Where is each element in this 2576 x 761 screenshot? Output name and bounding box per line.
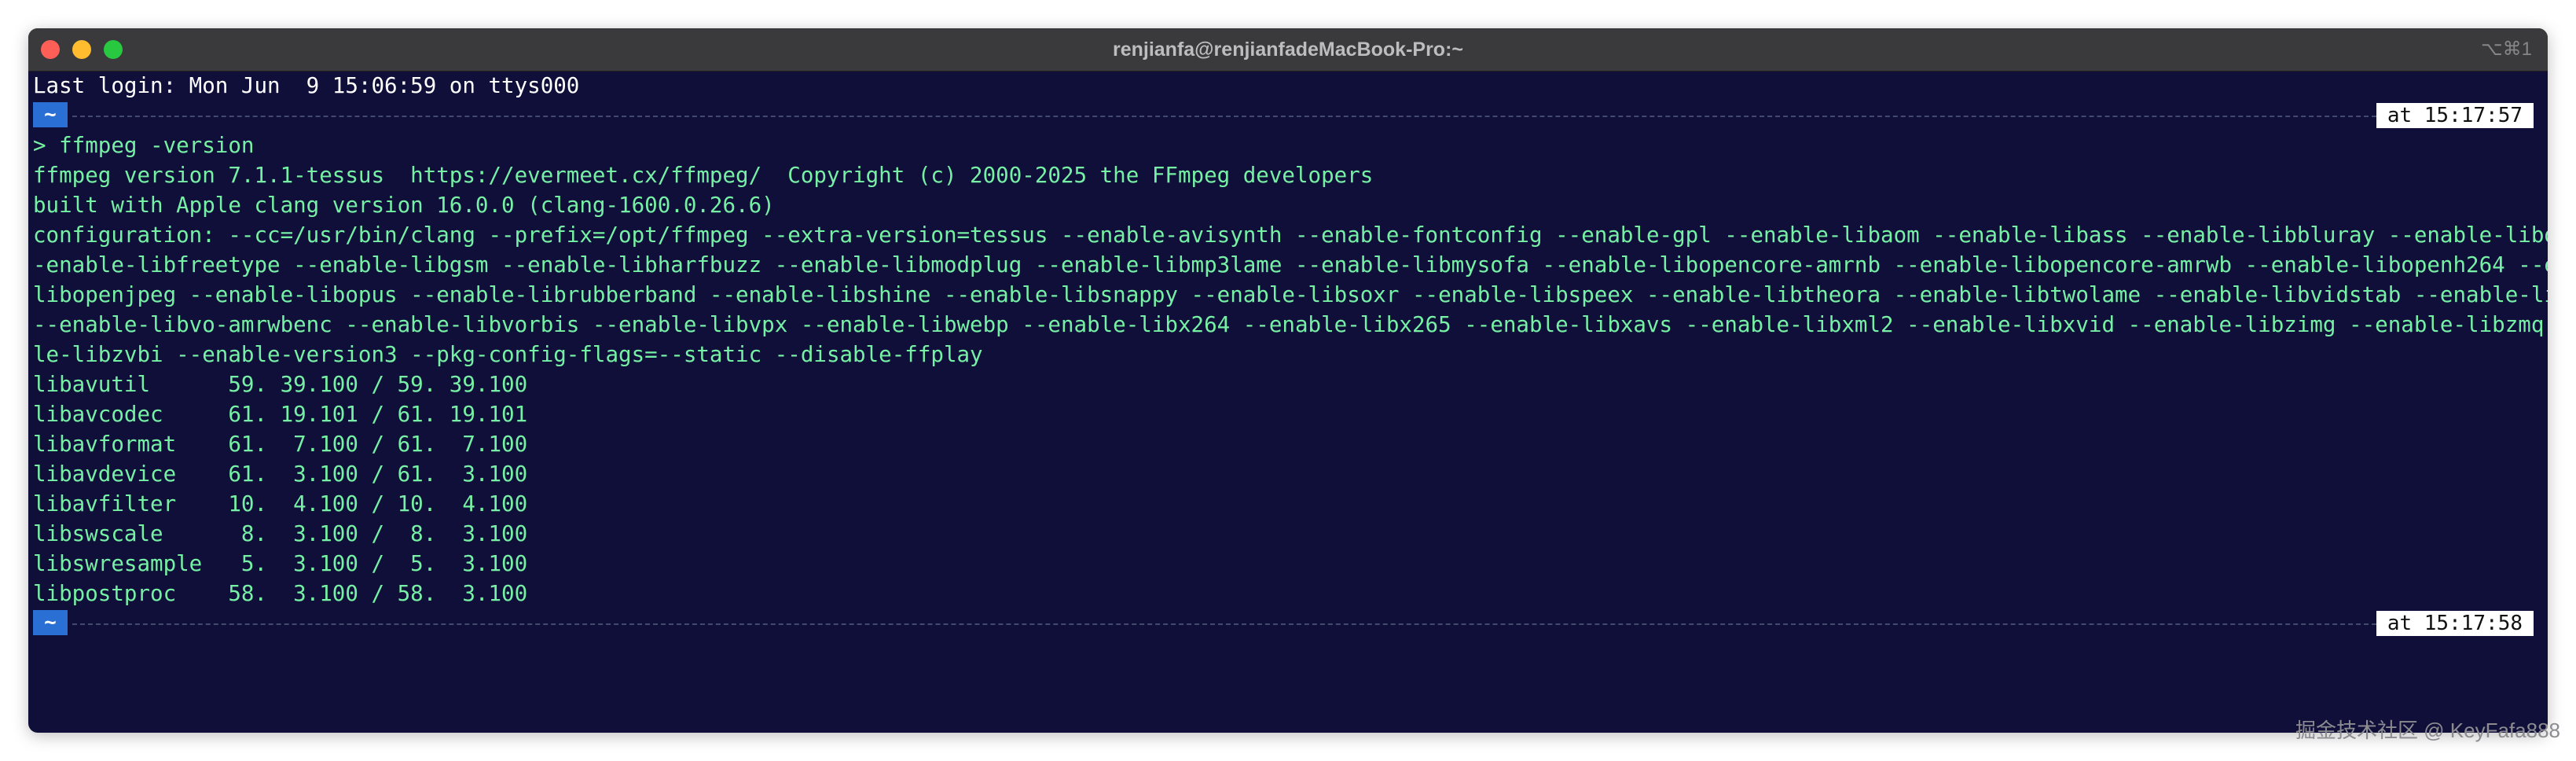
prompt-row-2: ~ at 15:17:58 <box>33 608 2548 638</box>
output-line: configuration: --cc=/usr/bin/clang --pre… <box>33 222 2548 248</box>
output-line: libavutil 59. 39.100 / 59. 39.100 <box>33 372 528 397</box>
prompt-row-1: ~ at 15:17:57 <box>33 101 2548 131</box>
prompt-separator <box>72 116 2400 117</box>
output-line: ffmpeg version 7.1.1-tessus https://ever… <box>33 163 1374 188</box>
prompt-separator <box>72 623 2400 625</box>
command-line: > ffmpeg -version <box>33 133 255 158</box>
prompt-directory-badge: ~ <box>33 610 68 635</box>
output-line: --enable-libvo-amrwbenc --enable-libvorb… <box>33 312 2548 337</box>
output-line: le-libzvbi --enable-version3 --pkg-confi… <box>33 342 983 367</box>
output-line: libopenjpeg --enable-libopus --enable-li… <box>33 282 2548 307</box>
output-line: libavfilter 10. 4.100 / 10. 4.100 <box>33 491 528 517</box>
output-line: libavcodec 61. 19.101 / 61. 19.101 <box>33 402 528 427</box>
title-bar[interactable]: renjianfa@renjianfadeMacBook-Pro:~ ⌥⌘1 <box>28 28 2548 72</box>
input-line[interactable]: > <box>33 638 2548 668</box>
output-line: libpostproc 58. 3.100 / 58. 3.100 <box>33 581 528 606</box>
watermark: 掘金技术社区 @ KeyFafa888 <box>2295 719 2560 742</box>
output-line: libavdevice 61. 3.100 / 61. 3.100 <box>33 461 528 487</box>
timestamp-badge: at 15:17:58 <box>2376 611 2534 636</box>
output-line: libavformat 61. 7.100 / 61. 7.100 <box>33 432 528 457</box>
output-line: -enable-libfreetype --enable-libgsm --en… <box>33 252 2548 278</box>
terminal-content[interactable]: Last login: Mon Jun 9 15:06:59 on ttys00… <box>33 71 2548 733</box>
output-line: built with Apple clang version 16.0.0 (c… <box>33 193 775 218</box>
output-line: libswscale 8. 3.100 / 8. 3.100 <box>33 521 528 546</box>
window-shortcut: ⌥⌘1 <box>2480 39 2532 60</box>
output-line: libswresample 5. 3.100 / 5. 3.100 <box>33 551 528 576</box>
window-title: renjianfa@renjianfadeMacBook-Pro:~ <box>1112 39 1463 61</box>
terminal-window: renjianfa@renjianfadeMacBook-Pro:~ ⌥⌘1 L… <box>28 28 2548 733</box>
timestamp-badge: at 15:17:57 <box>2376 103 2534 128</box>
login-line: Last login: Mon Jun 9 15:06:59 on ttys00… <box>33 73 580 98</box>
prompt-directory-badge: ~ <box>33 102 68 127</box>
